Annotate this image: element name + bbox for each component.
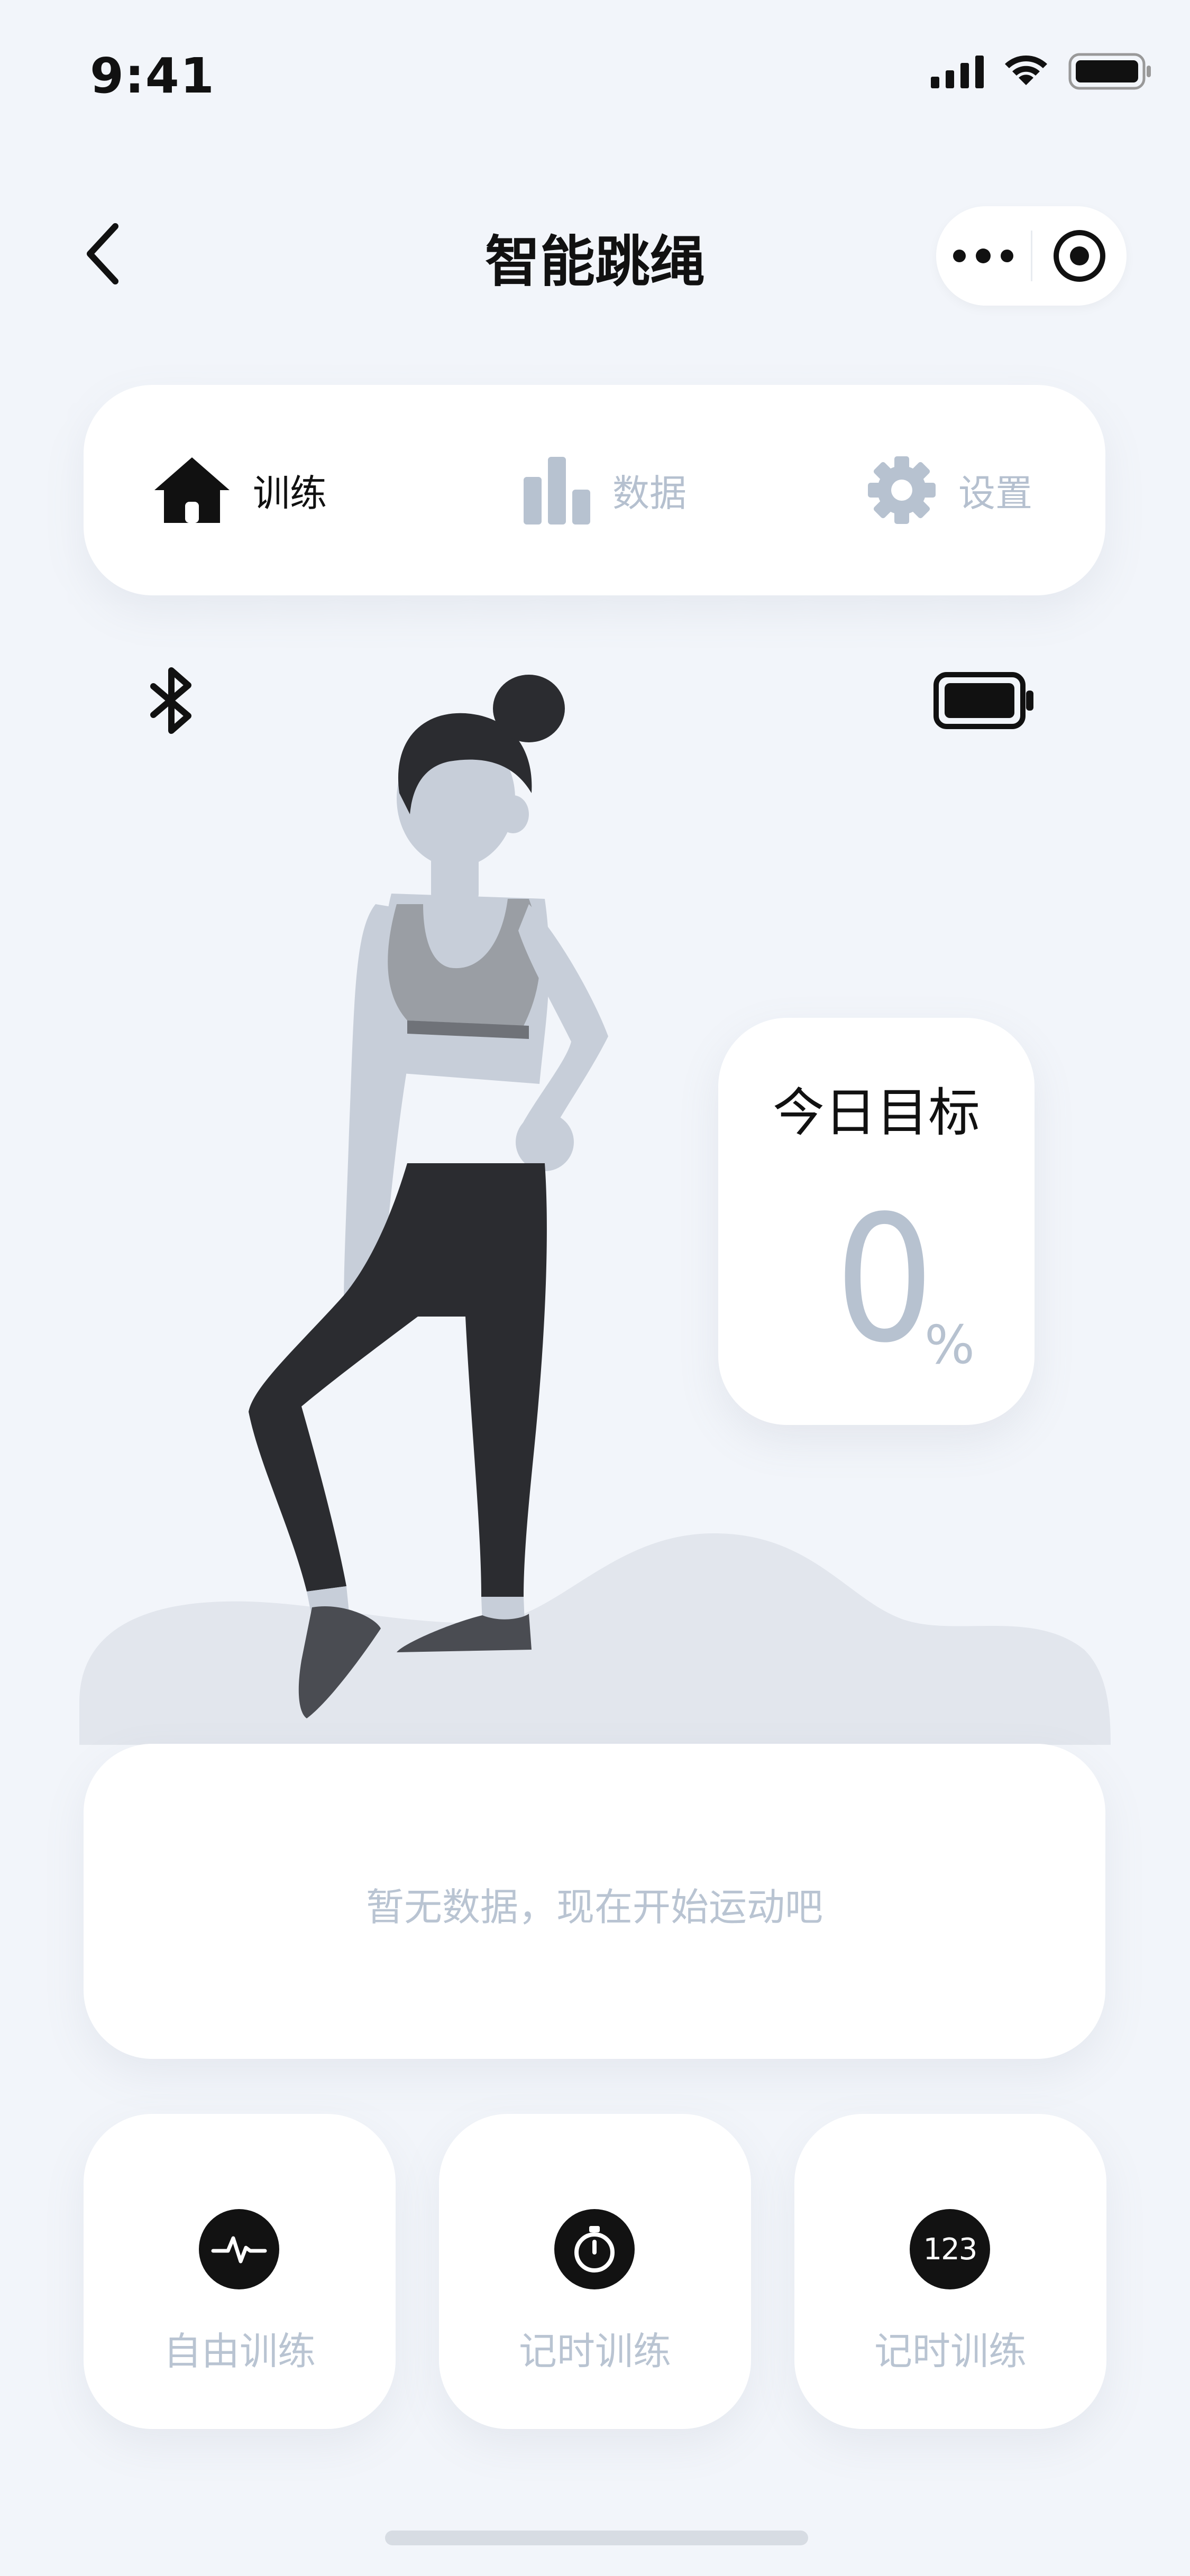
status-time: 9:41 xyxy=(90,48,215,104)
mode-timed-training-label: 记时训练 xyxy=(518,2329,671,2373)
tab-settings-label: 设置 xyxy=(958,471,1032,515)
more-button[interactable] xyxy=(936,206,1031,306)
wifi-icon xyxy=(1005,56,1047,85)
counter-123-icon: 123 xyxy=(910,2209,990,2289)
mini-program-capsule xyxy=(936,206,1127,306)
empty-state-text: 暂无数据，现在开始运动吧 xyxy=(365,1885,823,1929)
tab-training-label: 训练 xyxy=(253,471,327,515)
tab-training[interactable]: 训练 xyxy=(152,385,327,595)
mode-free-training-label: 自由训练 xyxy=(163,2329,316,2373)
mode-free-training[interactable]: 自由训练 xyxy=(84,2114,396,2429)
bluetooth-icon xyxy=(150,667,191,734)
status-icons xyxy=(931,53,1153,90)
home-icon xyxy=(154,457,230,523)
more-dots-icon xyxy=(953,249,1014,263)
home-indicator[interactable] xyxy=(385,2531,808,2545)
status-battery-icon xyxy=(1068,53,1151,90)
daily-goal-card[interactable]: 今日目标 0 % xyxy=(718,1018,1035,1425)
tab-data-label: 数据 xyxy=(612,471,686,515)
mode-count-training-label: 记时训练 xyxy=(874,2329,1027,2373)
records-card: 暂无数据，现在开始运动吧 xyxy=(84,1744,1105,2059)
bar-chart-icon xyxy=(524,457,590,525)
goal-unit: % xyxy=(924,1314,975,1376)
gear-icon xyxy=(868,456,936,524)
counter-123-text: 123 xyxy=(923,2232,978,2267)
goal-title: 今日目标 xyxy=(772,1083,980,1143)
tab-data[interactable]: 数据 xyxy=(523,385,686,595)
close-program-button[interactable] xyxy=(1032,206,1127,306)
mode-timed-training[interactable]: 记时训练 xyxy=(439,2114,751,2429)
pulse-icon xyxy=(199,2209,279,2289)
goal-value: 0 xyxy=(835,1178,935,1381)
mode-count-training[interactable]: 123 记时训练 xyxy=(794,2114,1106,2429)
tab-settings[interactable]: 设置 xyxy=(866,385,1032,595)
target-icon xyxy=(1053,230,1105,282)
device-battery-icon xyxy=(933,672,1033,729)
signal-icon xyxy=(931,56,984,88)
stopwatch-icon xyxy=(554,2209,635,2289)
tab-bar: 训练 数据 设置 xyxy=(84,385,1105,595)
